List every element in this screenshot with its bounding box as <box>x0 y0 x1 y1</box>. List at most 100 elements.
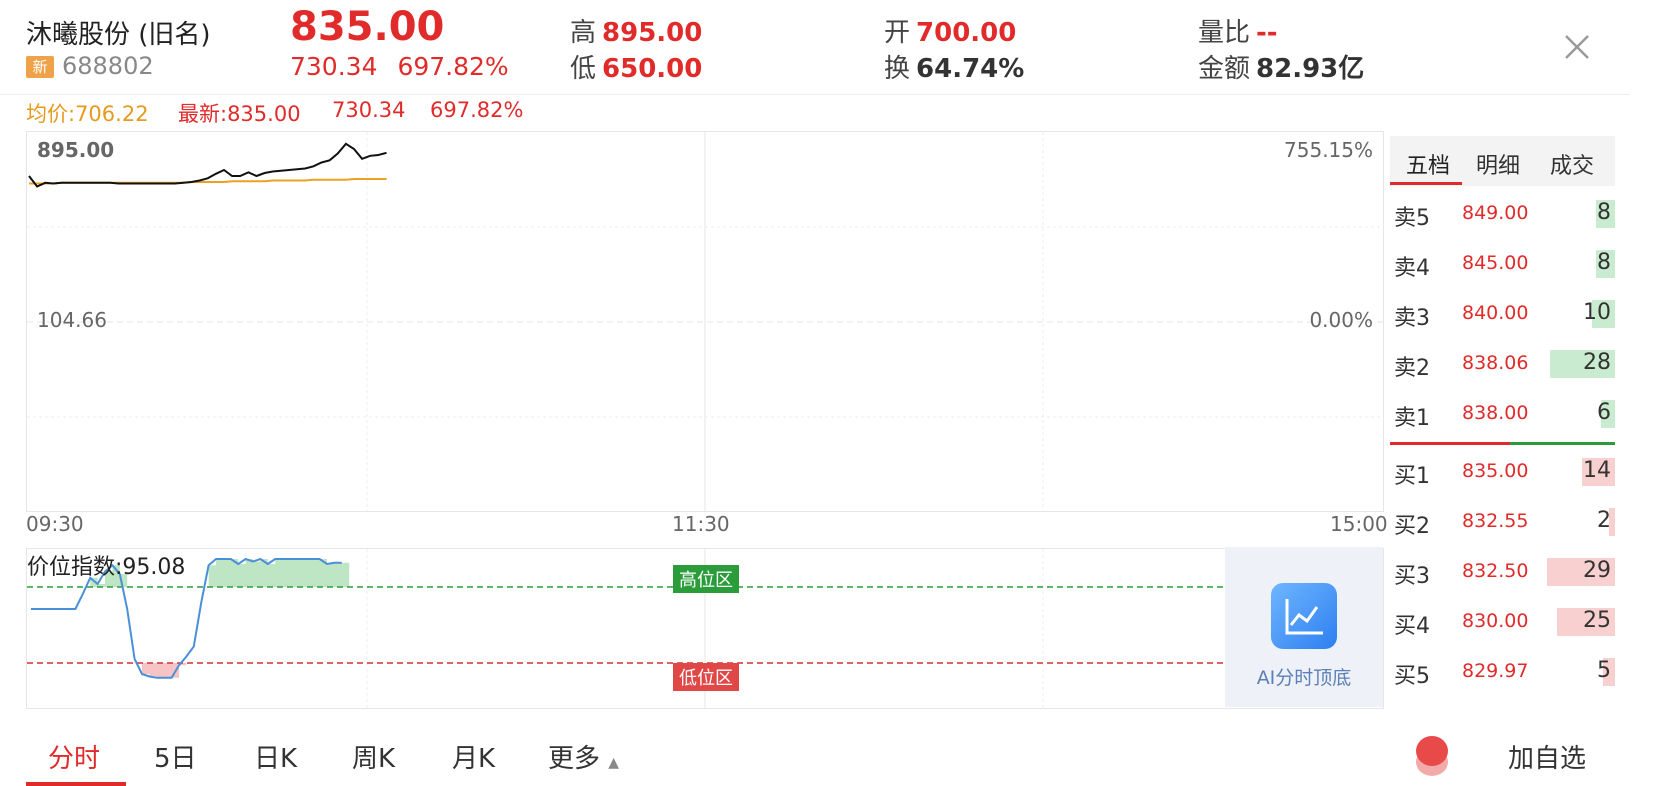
high-label: 高 <box>570 18 597 48</box>
change-pct: 697.82% <box>397 52 509 81</box>
tab-indicator <box>1390 182 1462 185</box>
open-label: 开 <box>884 18 911 48</box>
tab-5day[interactable]: 5日 <box>154 738 197 775</box>
y-top-price: 895.00 <box>37 138 115 162</box>
level-label: 买1 <box>1394 464 1430 489</box>
latest-price-label: 最新:835.00 <box>178 102 301 126</box>
level-price: 832.50 <box>1462 560 1529 582</box>
low-value: 650.00 <box>602 54 703 84</box>
level-volume: 28 <box>1583 350 1611 375</box>
x-tick-close: 15:00 <box>1330 512 1388 536</box>
amount-value: 82.93亿 <box>1256 54 1365 84</box>
amount-label: 金额 <box>1198 54 1251 84</box>
volume-ratio-field: 量比 -- <box>1198 12 1278 49</box>
chart-trend-icon <box>1271 583 1337 649</box>
tab-details[interactable]: 明细 <box>1476 148 1520 180</box>
stock-name: 沐曦股份 (旧名) <box>26 20 211 50</box>
bid-row-5[interactable]: 买5 829.97 5 <box>1390 652 1615 692</box>
tab-trades[interactable]: 成交 <box>1550 148 1594 180</box>
stock-code: 688802 <box>62 52 154 80</box>
level-label: 买3 <box>1394 564 1430 589</box>
info-change: 730.34 <box>332 98 406 122</box>
level-volume: 29 <box>1583 558 1611 583</box>
ask-row-3[interactable]: 卖3 840.00 10 <box>1390 294 1615 334</box>
level-label: 买5 <box>1394 664 1430 689</box>
bid-row-1[interactable]: 买1 835.00 14 <box>1390 452 1615 492</box>
tab-more-label: 更多 <box>548 744 601 774</box>
level-label: 卖3 <box>1394 306 1430 331</box>
close-icon[interactable] <box>1560 30 1594 64</box>
level-volume: 5 <box>1597 658 1611 683</box>
level-label: 买2 <box>1394 514 1430 539</box>
level-price: 845.00 <box>1462 252 1529 274</box>
open-field: 开 700.00 <box>884 12 1016 49</box>
high-zone-tag: 高位区 <box>673 565 739 593</box>
y-mid-price: 104.66 <box>37 308 107 332</box>
volume-ratio-value: -- <box>1256 18 1278 48</box>
high-value: 895.00 <box>602 18 703 48</box>
period-tabs: 分时 5日 日K 周K 月K 更多 ▲ 加自选 <box>0 724 1653 786</box>
level-label: 卖2 <box>1394 356 1430 381</box>
level-price: 838.00 <box>1462 402 1529 424</box>
level-label: 卖5 <box>1394 206 1430 231</box>
price-change: 730.34 697.82% <box>290 52 509 81</box>
volume-ratio-label: 量比 <box>1198 18 1251 48</box>
level-volume: 6 <box>1597 400 1611 425</box>
level-price: 849.00 <box>1462 202 1529 224</box>
current-price: 835.00 <box>290 4 445 50</box>
book-divider-red <box>1390 442 1510 445</box>
price-index-chart[interactable]: 价位指数:95.08 高位区 低位区 <box>26 548 1384 709</box>
turnover-label: 换 <box>884 54 911 84</box>
ask-row-1[interactable]: 卖5 849.00 8 <box>1390 194 1615 234</box>
level-volume: 25 <box>1583 608 1611 633</box>
intraday-chart-svg <box>27 132 1383 511</box>
bid-row-4[interactable]: 买4 830.00 25 <box>1390 602 1615 642</box>
low-zone-tag: 低位区 <box>673 663 739 691</box>
tab-monthly-k[interactable]: 月K <box>452 738 495 775</box>
record-button-icon[interactable] <box>1410 734 1452 776</box>
low-field: 低 650.00 <box>570 48 702 85</box>
level-price: 832.55 <box>1462 510 1529 532</box>
amount-field: 金额 82.93亿 <box>1198 48 1364 85</box>
level-label: 卖1 <box>1394 406 1430 431</box>
intraday-chart[interactable]: 895.00 755.15% 104.66 0.00% <box>26 131 1384 512</box>
book-divider-green <box>1510 442 1615 445</box>
order-book-tabs: 五档 明细 成交 <box>1390 136 1615 186</box>
active-tab-underline <box>26 782 126 786</box>
turnover-field: 换 64.74% <box>884 48 1024 85</box>
avg-price-label: 均价:706.22 <box>26 102 149 126</box>
add-watchlist-button[interactable]: 加自选 <box>1508 738 1586 775</box>
open-value: 700.00 <box>916 18 1017 48</box>
level-price: 835.00 <box>1462 460 1529 482</box>
tab-more[interactable]: 更多 ▲ <box>548 738 619 775</box>
x-tick-open: 09:30 <box>26 512 84 536</box>
change-value: 730.34 <box>290 52 378 81</box>
level-volume: 10 <box>1583 300 1611 325</box>
x-tick-mid: 11:30 <box>672 512 730 536</box>
tab-five-levels[interactable]: 五档 <box>1406 148 1450 180</box>
tab-weekly-k[interactable]: 周K <box>352 738 395 775</box>
level-price: 830.00 <box>1462 610 1529 632</box>
new-badge: 新 <box>26 56 54 78</box>
ai-top-bottom-card[interactable]: AI分时顶底 <box>1225 547 1383 707</box>
ask-row-4[interactable]: 卖2 838.06 28 <box>1390 344 1615 384</box>
high-field: 高 895.00 <box>570 12 702 49</box>
tab-intraday[interactable]: 分时 <box>48 738 100 775</box>
bid-row-3[interactable]: 买3 832.50 29 <box>1390 552 1615 592</box>
level-label: 买4 <box>1394 614 1430 639</box>
level-volume: 8 <box>1597 200 1611 225</box>
ask-row-5[interactable]: 卖1 838.00 6 <box>1390 394 1615 434</box>
y-mid-pct: 0.00% <box>1309 308 1373 332</box>
ask-row-2[interactable]: 卖4 845.00 8 <box>1390 244 1615 284</box>
level-price: 840.00 <box>1462 302 1529 324</box>
level-volume: 2 <box>1597 508 1611 533</box>
y-top-pct: 755.15% <box>1284 138 1373 162</box>
bid-row-2[interactable]: 买2 832.55 2 <box>1390 502 1615 542</box>
info-change-pct: 697.82% <box>430 98 524 122</box>
level-label: 卖4 <box>1394 256 1430 281</box>
tab-daily-k[interactable]: 日K <box>254 738 297 775</box>
ai-card-label: AI分时顶底 <box>1256 667 1352 689</box>
caret-up-icon: ▲ <box>608 755 620 771</box>
level-price: 829.97 <box>1462 660 1529 682</box>
header-divider <box>0 94 1630 95</box>
